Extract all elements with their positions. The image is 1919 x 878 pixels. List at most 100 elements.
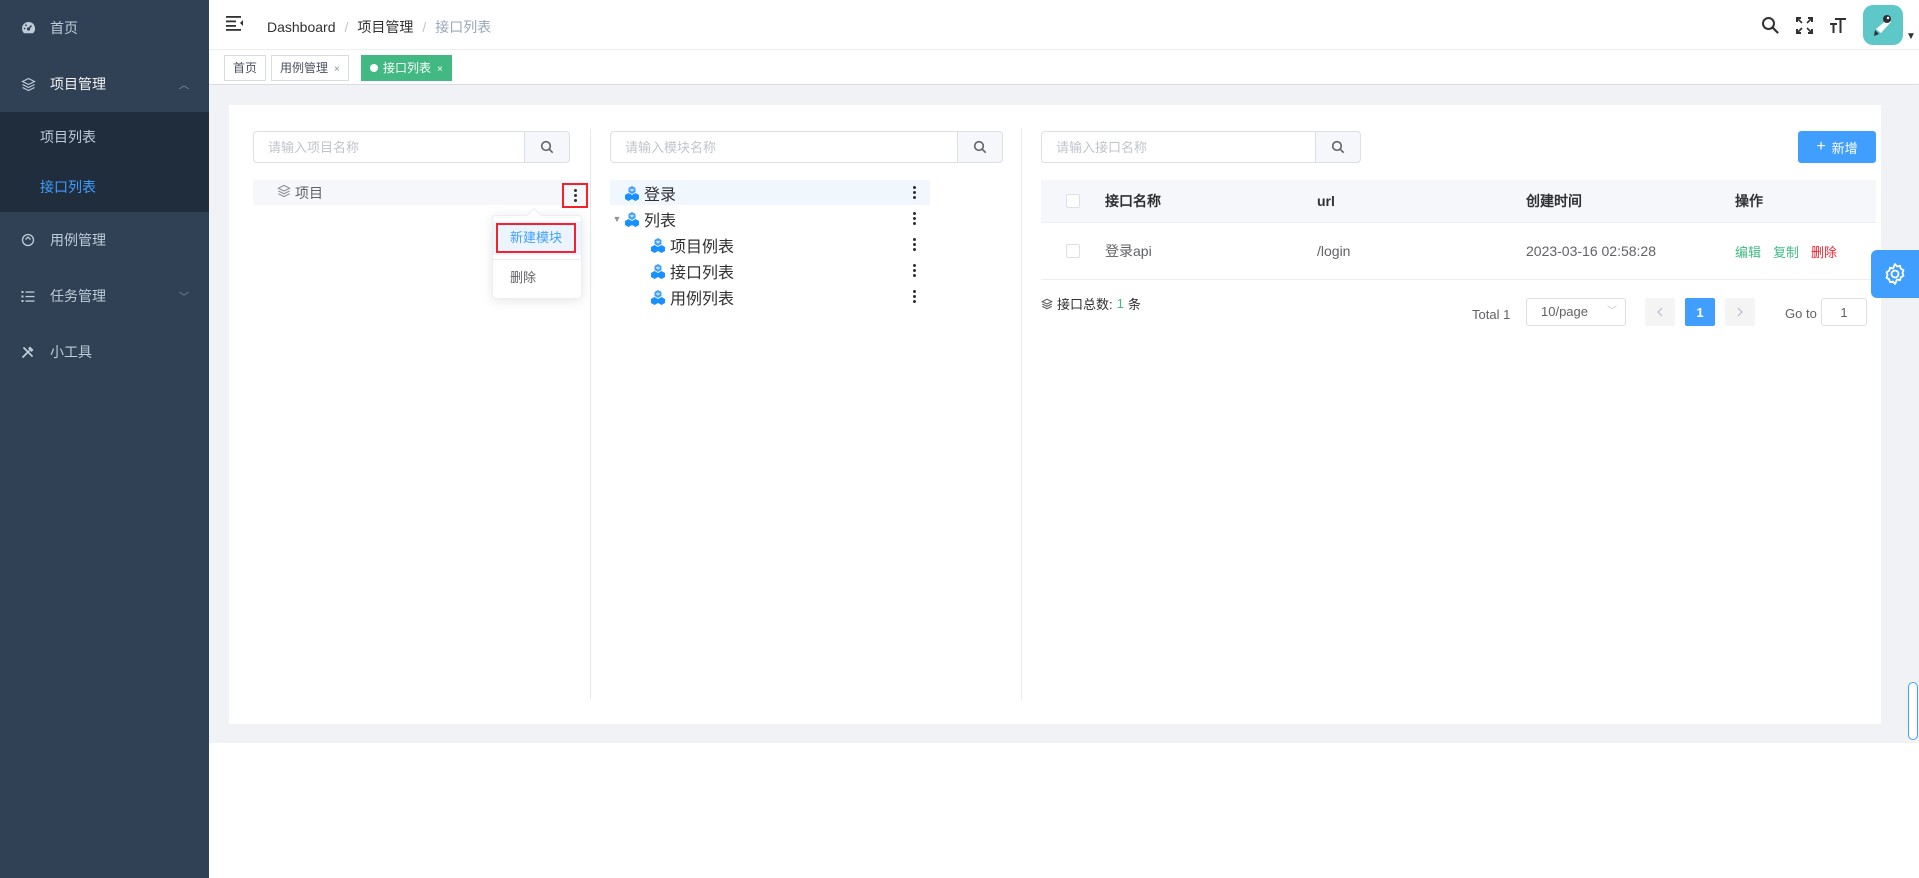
row-checkbox[interactable] <box>1066 244 1080 258</box>
pagination-total: Total 1 <box>1472 306 1511 322</box>
module-more-button[interactable] <box>902 258 926 283</box>
breadcrumb-item-current: 接口列表 <box>435 19 492 35</box>
scrollbar-thumb[interactable] <box>1908 682 1918 740</box>
edit-button[interactable]: 编辑 <box>1735 242 1761 261</box>
sidebar-item-label: 项目管理 <box>50 76 106 92</box>
chevron-left-icon <box>1657 307 1663 317</box>
active-dot-icon <box>370 64 378 72</box>
sidebar-item-project-mgmt[interactable]: 项目管理 ︿ <box>0 56 209 112</box>
fullscreen-icon[interactable] <box>1787 0 1821 50</box>
sidebar-item-tools[interactable]: 小工具 <box>0 324 209 380</box>
module-search-button[interactable] <box>957 131 1003 163</box>
copy-button[interactable]: 复制 <box>1773 242 1799 261</box>
panel-divider <box>590 129 591 699</box>
project-more-button[interactable] <box>562 183 588 208</box>
project-search-button[interactable] <box>524 131 570 163</box>
page-size-value: 10/page <box>1541 304 1588 319</box>
module-icon <box>651 263 665 279</box>
module-more-button[interactable] <box>902 284 926 309</box>
project-dropdown-menu: 新建模块 删除 <box>492 207 582 299</box>
select-all-checkbox[interactable] <box>1066 194 1080 208</box>
delete-button[interactable]: 删除 <box>1811 242 1837 261</box>
font-size-icon[interactable] <box>1821 0 1855 50</box>
search-icon[interactable] <box>1753 0 1787 50</box>
module-node-api-list[interactable]: 接口列表 <box>650 258 734 283</box>
tag-api-list[interactable]: 接口列表 × <box>361 55 452 81</box>
page-button-current[interactable]: 1 <box>1685 298 1715 326</box>
module-node-login[interactable]: 登录 <box>610 180 930 205</box>
module-node-label: 登录 <box>644 186 677 204</box>
sidebar-item-label: 小工具 <box>50 344 92 360</box>
settings-button[interactable] <box>1871 250 1919 298</box>
breadcrumb-item[interactable]: 项目管理 <box>357 17 413 37</box>
goto-label: Go to <box>1785 306 1817 321</box>
close-icon[interactable]: × <box>437 64 443 75</box>
close-icon[interactable]: × <box>334 64 340 75</box>
more-vertical-icon <box>912 212 916 225</box>
chevron-down-icon: ﹀ <box>179 292 189 304</box>
tag-home[interactable]: 首页 <box>224 55 267 81</box>
plus-icon: + <box>1816 138 1826 155</box>
hamburger-icon[interactable] <box>226 15 244 33</box>
case-icon <box>20 232 36 248</box>
module-node-label: 列表 <box>644 212 677 230</box>
search-icon <box>540 140 554 154</box>
add-api-button[interactable]: + 新增 <box>1798 131 1876 163</box>
sidebar: 首页 项目管理 ︿ 项目列表 接口列表 用例管理 任务管理 ﹀ 小工具 <box>0 0 209 878</box>
module-more-button[interactable] <box>902 180 926 205</box>
menu-item-create-module[interactable]: 新建模块 <box>493 221 581 255</box>
tag-label: 接口列表 <box>383 61 432 75</box>
column-header: 创建时间 <box>1526 193 1582 209</box>
submenu-project-mgmt: 项目列表 接口列表 <box>0 112 209 212</box>
goto-page-input[interactable] <box>1821 298 1867 326</box>
module-node-label: 接口列表 <box>670 264 735 282</box>
module-icon <box>625 211 639 227</box>
gear-icon <box>1885 263 1905 285</box>
api-search-button[interactable] <box>1315 131 1361 163</box>
search-icon <box>973 140 987 154</box>
caret-down-icon[interactable]: ▼ <box>1903 31 1919 42</box>
sidebar-item-task-mgmt[interactable]: 任务管理 ﹀ <box>0 268 209 324</box>
breadcrumb: Dashboard / 项目管理 / 接口列表 <box>267 17 491 37</box>
breadcrumb-separator: / <box>422 19 427 35</box>
menu-item-delete[interactable]: 删除 <box>493 261 581 295</box>
column-header: 操作 <box>1735 193 1763 209</box>
api-search <box>1041 131 1361 163</box>
prev-page-button[interactable] <box>1645 298 1675 326</box>
column-header: 接口名称 <box>1105 193 1161 209</box>
caret-down-icon[interactable]: ▼ <box>610 214 624 224</box>
app-root: 首页 项目管理 ︿ 项目列表 接口列表 用例管理 任务管理 ﹀ 小工具 Dash… <box>0 0 1919 878</box>
module-icon <box>625 185 639 201</box>
more-vertical-icon <box>573 189 577 202</box>
module-node-case-list[interactable]: 用例列表 <box>650 284 734 309</box>
avatar[interactable] <box>1863 5 1903 45</box>
navbar: Dashboard / 项目管理 / 接口列表 ▼ <box>209 0 1919 50</box>
project-search-input[interactable] <box>253 131 524 163</box>
chevron-down-icon: ﹀ <box>1607 306 1617 317</box>
more-vertical-icon <box>912 186 916 199</box>
module-more-button[interactable] <box>902 232 926 257</box>
project-tree-node[interactable]: 项目 <box>253 180 589 205</box>
module-node-list[interactable]: ▼ 列表 <box>610 206 676 231</box>
table-row: 登录api /login 2023-03-16 02:58:28 编辑 复制 删… <box>1041 223 1876 280</box>
api-search-input[interactable] <box>1041 131 1315 163</box>
breadcrumb-item[interactable]: Dashboard <box>267 19 336 35</box>
layers-icon <box>277 184 291 201</box>
sidebar-item-home[interactable]: 首页 <box>0 0 209 56</box>
sidebar-item-case-mgmt[interactable]: 用例管理 <box>0 212 209 268</box>
project-tree-label: 项目 <box>295 184 323 201</box>
total-label: 接口总数: <box>1057 297 1113 312</box>
next-page-button[interactable] <box>1725 298 1755 326</box>
module-more-button[interactable] <box>902 206 926 231</box>
sidebar-item-api-list[interactable]: 接口列表 <box>0 162 209 212</box>
page-size-select[interactable]: 10/page ﹀ <box>1526 298 1626 326</box>
highlight-box <box>496 223 576 253</box>
sidebar-item-project-list[interactable]: 项目列表 <box>0 112 209 162</box>
api-total: 接口总数: 1 条 <box>1041 294 1141 313</box>
module-search-input[interactable] <box>610 131 957 163</box>
api-table: 接口名称 url 创建时间 操作 登录api /login 2023-03-16… <box>1041 180 1876 280</box>
divider <box>493 259 581 260</box>
tag-case-mgmt[interactable]: 用例管理 × <box>271 55 349 81</box>
add-button-label: 新增 <box>1831 140 1858 156</box>
module-node-project-list[interactable]: 项目例表 <box>650 232 734 257</box>
